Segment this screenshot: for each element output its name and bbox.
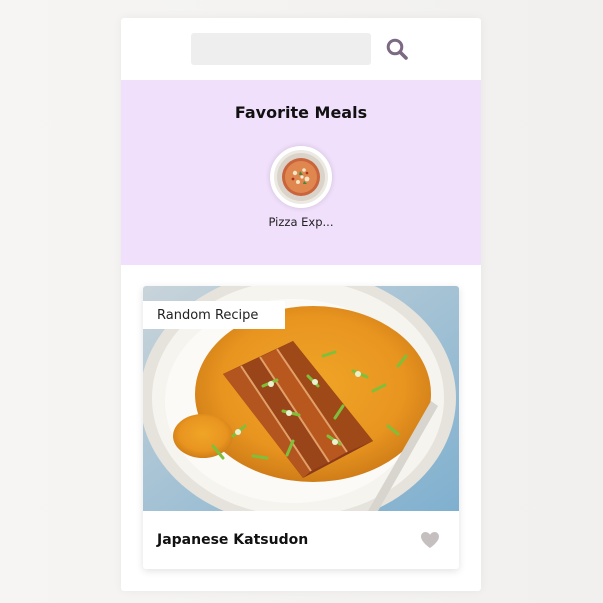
favorite-meals-list: Pizza Exp... — [269, 146, 334, 229]
random-recipe-tag: Random Recipe — [143, 301, 285, 329]
meal-name: Japanese Katsudon — [157, 532, 309, 548]
random-meal-card: Random Recipe Japanese Katsudon — [143, 286, 459, 569]
favorite-meal-item[interactable]: Pizza Exp... — [269, 146, 334, 229]
app-container: Favorite Meals Pizza Exp... Random Recip… — [121, 18, 481, 591]
favorite-meal-name: Pizza Exp... — [268, 215, 334, 229]
search-input[interactable] — [191, 33, 371, 65]
favorite-meals-title: Favorite Meals — [234, 103, 368, 122]
favorite-meal-image — [270, 146, 332, 208]
header — [121, 18, 481, 80]
favorite-button[interactable] — [419, 529, 441, 551]
search-button[interactable] — [383, 35, 411, 63]
heart-icon — [421, 532, 439, 548]
favorite-meals-section: Favorite Meals Pizza Exp... — [121, 80, 481, 265]
pizza-bowl-image — [274, 150, 328, 204]
meal-body: Japanese Katsudon — [143, 511, 459, 569]
search-icon — [386, 38, 408, 60]
